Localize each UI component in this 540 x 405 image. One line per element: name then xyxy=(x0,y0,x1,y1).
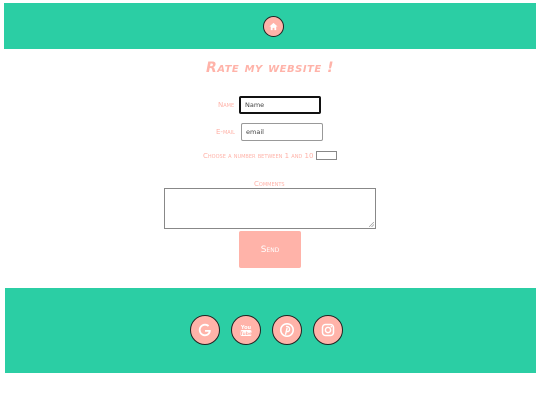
pinterest-link[interactable] xyxy=(272,315,302,345)
home-button[interactable] xyxy=(263,16,284,37)
email-field-placeholder: email xyxy=(246,128,264,136)
instagram-link[interactable] xyxy=(313,315,343,345)
number-input[interactable] xyxy=(316,151,337,160)
name-field[interactable]: Name xyxy=(239,96,321,114)
comments-label: Comments xyxy=(254,180,285,188)
home-icon xyxy=(269,22,278,31)
header-bar xyxy=(4,3,536,49)
email-field[interactable]: email xyxy=(241,123,323,141)
comments-textarea[interactable] xyxy=(164,188,376,229)
google-link[interactable] xyxy=(190,315,220,345)
resize-handle-icon[interactable] xyxy=(369,222,374,227)
svg-text:Tube: Tube xyxy=(240,331,252,337)
email-label: E-mail xyxy=(216,128,235,136)
youtube-icon: You Tube xyxy=(240,325,252,337)
page-title: Rate my website ! xyxy=(206,60,334,76)
instagram-icon xyxy=(321,323,335,337)
number-label: Choose a number between 1 and 10 xyxy=(203,152,314,160)
send-button[interactable]: Send xyxy=(239,231,301,268)
name-label: Name xyxy=(218,101,235,109)
name-field-value: Name xyxy=(245,101,265,109)
pinterest-icon xyxy=(280,323,294,337)
google-icon xyxy=(198,323,211,337)
youtube-link[interactable]: You Tube xyxy=(231,315,261,345)
footer-bar: You Tube xyxy=(5,288,536,373)
